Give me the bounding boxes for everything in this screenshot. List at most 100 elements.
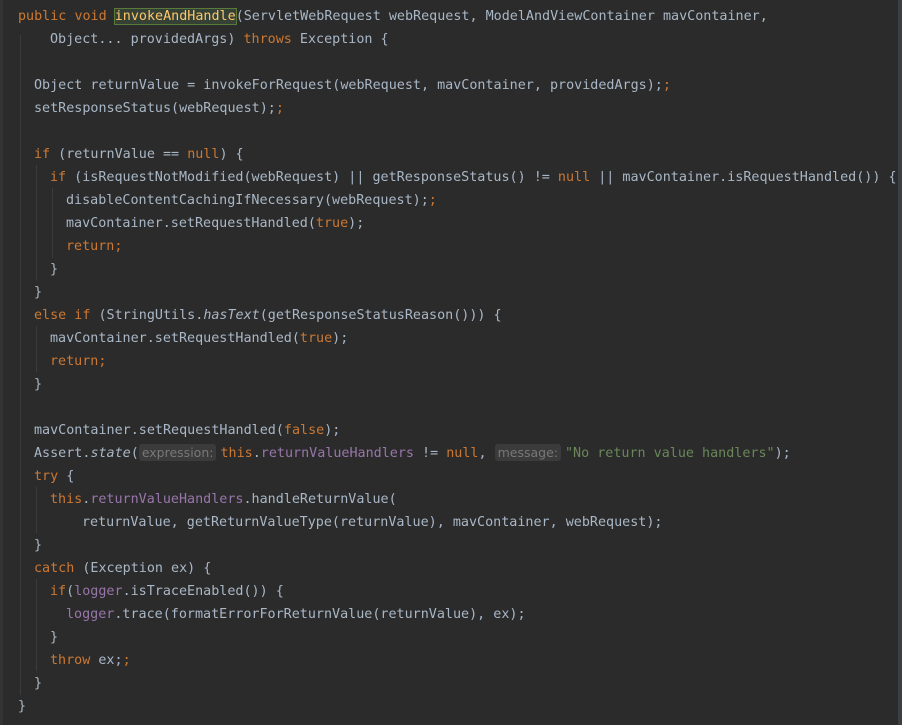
code-line[interactable]: } bbox=[0, 626, 902, 649]
code-line[interactable]: mavContainer.setRequestHandled(true); bbox=[0, 212, 902, 235]
keyword-return: return bbox=[50, 354, 99, 369]
semicolon: ; bbox=[428, 193, 437, 208]
comma: , bbox=[478, 446, 495, 461]
keyword-return: return bbox=[66, 239, 115, 254]
dot: . bbox=[252, 446, 261, 461]
code-line[interactable]: } bbox=[0, 672, 902, 695]
keyword-null: null bbox=[446, 446, 479, 461]
code-line[interactable]: if(logger.isTraceEnabled()) { bbox=[0, 580, 902, 603]
code-line[interactable]: if (returnValue == null) { bbox=[0, 143, 902, 166]
arguments: returnValue, getReturnValueType(returnVa… bbox=[82, 515, 663, 530]
static-method-call: state bbox=[90, 446, 131, 461]
closing-brace: } bbox=[18, 699, 27, 714]
code-line[interactable]: Assert.state(expression: this.returnValue… bbox=[0, 442, 902, 465]
code-line[interactable]: public void invokeAndHandle(ServletWebRe… bbox=[0, 5, 902, 28]
closing-brace: } bbox=[34, 285, 43, 300]
closing-brace: } bbox=[50, 262, 59, 277]
code-line[interactable]: } bbox=[0, 373, 902, 396]
keyword-throws: throws bbox=[243, 32, 292, 47]
throw-expr: ex; bbox=[90, 653, 123, 668]
statement: Object returnValue = invokeForRequest(we… bbox=[34, 78, 663, 93]
field-ref: returnValueHandlers bbox=[90, 492, 244, 507]
code-line[interactable]: throw ex;; bbox=[0, 649, 902, 672]
condition-end: ) { bbox=[219, 147, 244, 162]
code-line[interactable]: returnValue, getReturnValueType(returnVa… bbox=[0, 511, 902, 534]
code-line[interactable]: if (isRequestNotModified(webRequest) || … bbox=[0, 166, 902, 189]
keyword-null: null bbox=[187, 147, 220, 162]
keyword-null: null bbox=[557, 170, 591, 185]
string-literal: "No return value handlers" bbox=[564, 446, 775, 461]
code-editor[interactable]: public void invokeAndHandle(ServletWebRe… bbox=[0, 0, 902, 725]
condition: (isRequestNotModified(webRequest) || get… bbox=[66, 170, 558, 185]
statement: mavContainer.setRequestHandled( bbox=[66, 216, 316, 231]
code-line[interactable]: Object... providedArgs) throws Exception… bbox=[0, 28, 902, 51]
keyword-try: try bbox=[34, 469, 59, 484]
code-line[interactable]: } bbox=[0, 534, 902, 557]
semicolon: ; bbox=[662, 78, 671, 93]
code-line[interactable]: mavContainer.setRequestHandled(false); bbox=[0, 419, 902, 442]
statement: mavContainer.setRequestHandled( bbox=[50, 331, 300, 346]
condition-end: .isTraceEnabled()) { bbox=[122, 584, 284, 599]
field-ref: logger bbox=[74, 584, 123, 599]
code-line[interactable]: disableContentCachingIfNecessary(webRequ… bbox=[0, 189, 902, 212]
code-line[interactable]: this.returnValueHandlers.handleReturnVal… bbox=[0, 488, 902, 511]
keyword-false: false bbox=[283, 423, 325, 438]
closing-brace: } bbox=[50, 630, 59, 645]
code-line[interactable]: try { bbox=[0, 465, 902, 488]
closing-brace: } bbox=[34, 377, 43, 392]
code-line[interactable]: Object returnValue = invokeForRequest(we… bbox=[0, 74, 902, 97]
signature-exception: Exception { bbox=[291, 32, 389, 47]
keyword-this: this bbox=[50, 492, 83, 507]
method-call: .trace(formatErrorForReturnValue(returnV… bbox=[114, 607, 526, 622]
semicolon: ; bbox=[98, 354, 107, 369]
signature-params: (ServletWebRequest webRequest, ModelAndV… bbox=[235, 9, 768, 24]
statement: setResponseStatus(webRequest); bbox=[34, 101, 276, 116]
closing-brace: } bbox=[34, 538, 43, 553]
code-line[interactable]: setResponseStatus(webRequest);; bbox=[0, 97, 902, 120]
keyword-this: this bbox=[220, 446, 253, 461]
semicolon: ; bbox=[122, 653, 131, 668]
statement-end: ); bbox=[324, 423, 341, 438]
code-line[interactable]: logger.trace(formatErrorForReturnValue(r… bbox=[0, 603, 902, 626]
code-line[interactable]: return; bbox=[0, 235, 902, 258]
parameter-hint-message: message: bbox=[494, 444, 561, 461]
keyword-true: true bbox=[315, 216, 349, 231]
statement: mavContainer.setRequestHandled( bbox=[34, 423, 284, 438]
keyword-public: public bbox=[18, 9, 67, 24]
statement-end: ); bbox=[348, 216, 365, 231]
keyword-throw: throw bbox=[50, 653, 91, 668]
keyword-void: void bbox=[74, 9, 107, 24]
method-name-highlight[interactable]: invokeAndHandle bbox=[113, 8, 237, 25]
statement: disableContentCachingIfNecessary(webRequ… bbox=[66, 193, 429, 208]
keyword-if: if bbox=[50, 584, 67, 599]
code-line[interactable]: return; bbox=[0, 350, 902, 373]
condition-end: || mavContainer.isRequestHandled()) { bbox=[590, 170, 897, 185]
keyword-if: if bbox=[34, 147, 51, 162]
keyword-if: if bbox=[50, 170, 67, 185]
keyword-true: true bbox=[299, 331, 333, 346]
code-line[interactable]: mavContainer.setRequestHandled(true); bbox=[0, 327, 902, 350]
catch-clause: (Exception ex) { bbox=[74, 561, 212, 576]
keyword-else-if: else if bbox=[34, 308, 91, 323]
condition: (returnValue == bbox=[50, 147, 188, 162]
code-line[interactable]: } bbox=[0, 258, 902, 281]
condition: (StringUtils. bbox=[90, 308, 204, 323]
keyword-catch: catch bbox=[34, 561, 75, 576]
closing-brace: } bbox=[34, 676, 43, 691]
static-method-call: hasText bbox=[203, 308, 260, 323]
method-call: .handleReturnValue( bbox=[243, 492, 397, 507]
code-line[interactable]: catch (Exception ex) { bbox=[0, 557, 902, 580]
statement-end: ); bbox=[774, 446, 791, 461]
signature-params: Object... providedArgs) bbox=[50, 32, 244, 47]
field-ref: logger bbox=[66, 607, 115, 622]
code-line[interactable]: } bbox=[0, 281, 902, 304]
code-line[interactable]: else if (StringUtils.hasText(getResponse… bbox=[0, 304, 902, 327]
code-line[interactable]: } bbox=[0, 695, 902, 718]
semicolon: ; bbox=[275, 101, 284, 116]
paren: ( bbox=[66, 584, 75, 599]
field-ref: returnValueHandlers bbox=[260, 446, 414, 461]
parameter-hint-expression: expression: bbox=[138, 444, 217, 461]
statement-end: ); bbox=[332, 331, 349, 346]
class-ref: Assert. bbox=[34, 446, 91, 461]
condition-end: (getResponseStatusReason())) { bbox=[259, 308, 502, 323]
